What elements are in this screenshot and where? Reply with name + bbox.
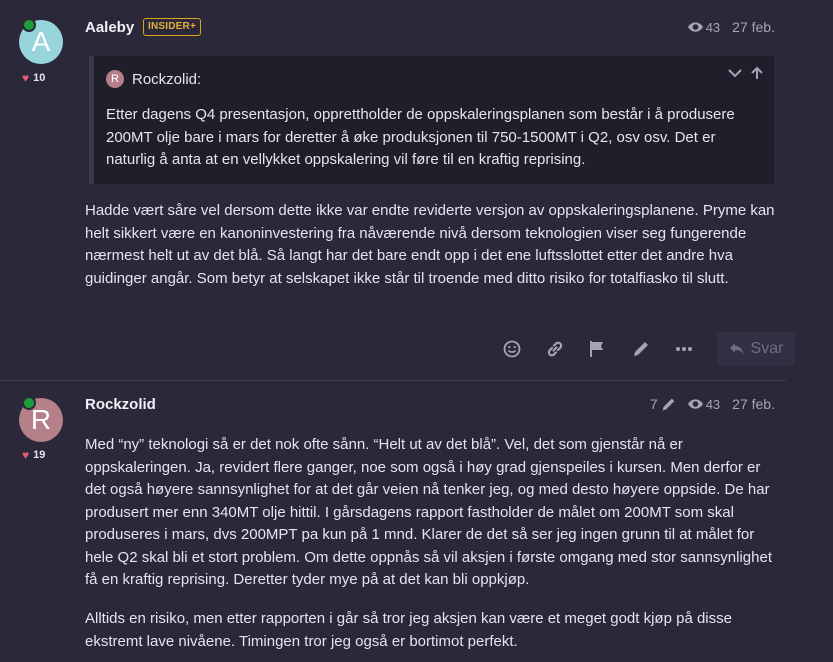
- view-count-value: 43: [705, 396, 721, 412]
- quote-author: Rockzolid:: [132, 70, 202, 88]
- heart-icon: ♥: [22, 71, 30, 85]
- smile-icon[interactable]: [490, 332, 533, 366]
- pencil-icon: [662, 398, 675, 410]
- avatar-letter: A: [31, 26, 51, 57]
- post-aaleby: A ♥ 10 Aaleby INSIDER+ 43 27 feb. R Rock…: [0, 0, 833, 380]
- user-badge: INSIDER+: [143, 18, 202, 36]
- online-status-dot: [22, 18, 36, 32]
- like-count: ♥ 19: [22, 448, 45, 462]
- post-body-paragraph-2: Alltids en risiko, men etter rapporten i…: [85, 610, 732, 650]
- pencil-icon[interactable]: [619, 332, 662, 366]
- arrow-up-icon[interactable]: [750, 66, 764, 80]
- eye-icon: [687, 22, 703, 32]
- online-status-dot: [22, 396, 36, 410]
- post-meta: 7 43 27 feb.: [650, 396, 775, 412]
- edit-count: 7: [649, 396, 658, 412]
- quote-controls: [728, 66, 764, 80]
- heart-icon: ♥: [22, 448, 30, 462]
- post-body-paragraph-1: Med “ny” teknologi så er det nok ofte så…: [85, 436, 772, 588]
- edit-history[interactable]: 7: [650, 396, 676, 412]
- post-body: Hadde vært såre vel dersom dette ikke va…: [85, 202, 775, 287]
- view-count: 43: [687, 19, 721, 35]
- like-count-value: 19: [33, 449, 46, 461]
- quote-header: R Rockzolid:: [106, 70, 201, 88]
- post-date[interactable]: 27 feb.: [732, 396, 775, 412]
- more-icon[interactable]: [662, 332, 705, 366]
- username[interactable]: Aaleby: [85, 19, 134, 36]
- post-meta: 43 27 feb.: [687, 19, 775, 35]
- avatar-letter: R: [30, 404, 52, 435]
- quote-text: Etter dagens Q4 presentasjon, oppretthol…: [106, 106, 735, 168]
- reply-button[interactable]: Svar: [717, 332, 795, 366]
- view-count-value: 43: [705, 19, 721, 35]
- like-count-value: 10: [33, 72, 46, 84]
- view-count: 43: [687, 396, 721, 412]
- flag-icon[interactable]: [576, 332, 619, 366]
- link-icon[interactable]: [533, 332, 576, 366]
- quote-avatar: R: [106, 70, 124, 88]
- post-actions: Svar: [490, 332, 795, 366]
- post-date[interactable]: 27 feb.: [732, 19, 775, 35]
- quote-block: R Rockzolid: Etter dagens Q4 presentasjo…: [89, 56, 774, 184]
- username[interactable]: Rockzolid: [85, 396, 156, 413]
- reply-icon: [729, 343, 744, 355]
- like-count: ♥ 10: [22, 71, 45, 85]
- eye-icon: [687, 399, 703, 409]
- post-rockzolid: R ♥ 19 Rockzolid 7 43 27 feb. Med “ny” t…: [0, 381, 833, 662]
- avatar[interactable]: R: [19, 396, 63, 442]
- reply-label: Svar: [750, 340, 784, 357]
- chevron-down-icon[interactable]: [728, 66, 742, 80]
- avatar[interactable]: A: [19, 18, 63, 64]
